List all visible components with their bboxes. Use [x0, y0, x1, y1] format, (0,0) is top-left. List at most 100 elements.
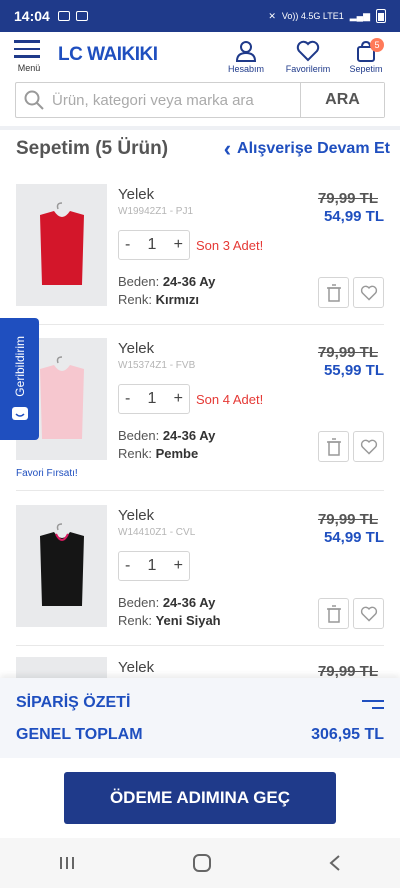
heart-icon — [360, 285, 377, 301]
cart-count-badge: 5 — [370, 38, 384, 52]
new-price: 54,99 TL — [323, 529, 384, 546]
grand-total-label: GENEL TOPLAM — [16, 726, 143, 743]
account-label: Hesabım — [227, 64, 264, 74]
feedback-label: Geribildirim — [12, 335, 27, 397]
quantity-stepper: - 1 + — [118, 230, 190, 260]
app-notification-icon — [75, 11, 88, 21]
increase-button[interactable]: + — [174, 236, 183, 254]
delete-button[interactable] — [318, 277, 349, 308]
cart-label: Sepetim — [349, 64, 383, 74]
menu-button[interactable]: Menü — [14, 40, 44, 73]
product-sku: W19942Z1 - PJ1 — [118, 206, 194, 217]
grand-total-value: 306,95 TL — [311, 726, 384, 743]
search-icon — [16, 83, 52, 117]
decrease-button[interactable]: - — [125, 390, 130, 408]
search-input[interactable] — [52, 83, 300, 117]
increase-button[interactable]: + — [174, 557, 183, 575]
back-icon[interactable] — [328, 854, 342, 872]
item-divider — [16, 645, 384, 646]
color-attribute: Renk: Yeni Siyah — [118, 613, 221, 628]
old-price: 79,99 TL — [317, 344, 378, 361]
trash-icon — [326, 604, 341, 623]
new-price: 54,99 TL — [323, 208, 384, 225]
status-time: 14:04 — [14, 8, 50, 24]
feedback-tab[interactable]: Geribildirim — [0, 318, 39, 440]
chevron-left-icon: ‹ — [223, 136, 232, 161]
promo-tag: Favori Fırsatı! — [16, 468, 78, 479]
signal-icon: ▂▄▆ — [349, 10, 370, 21]
summary-title[interactable]: SİPARİŞ ÖZETİ — [16, 694, 130, 712]
checkout-button[interactable]: ÖDEME ADIMINA GEÇ — [64, 772, 336, 824]
increase-button[interactable]: + — [174, 390, 183, 408]
smiley-icon — [11, 407, 28, 421]
hamburger-icon — [14, 40, 44, 58]
size-attribute: Beden: 24-36 Ay — [118, 428, 216, 443]
brand-logo[interactable]: LC WAIKIKI — [58, 44, 158, 66]
item-divider — [16, 324, 384, 325]
stock-warning: Son 4 Adet! — [196, 392, 264, 407]
quantity-value: 1 — [147, 236, 157, 253]
decrease-button[interactable]: - — [125, 557, 130, 575]
stock-warning: Son 3 Adet! — [196, 238, 264, 253]
product-image[interactable] — [16, 184, 107, 306]
delete-button[interactable] — [318, 431, 349, 462]
system-nav-bar — [0, 838, 400, 888]
quantity-stepper: - 1 + — [118, 551, 190, 581]
item-divider — [16, 490, 384, 491]
size-attribute: Beden: 24-36 Ay — [118, 595, 216, 610]
app-header: Menü LC WAIKIKI Hesabım Favorilerim 5 Se… — [0, 32, 400, 80]
heart-icon — [360, 606, 377, 622]
old-price: 79,99 TL — [317, 663, 378, 678]
product-sku: W15374Z1 - FVB — [118, 360, 196, 371]
product-name[interactable]: Yelek — [118, 507, 154, 524]
cart-button[interactable]: 5 Sepetim — [346, 38, 386, 74]
menu-label: Menü — [17, 62, 41, 73]
add-favorite-button[interactable] — [353, 598, 384, 629]
heart-icon — [360, 439, 377, 455]
home-icon[interactable] — [192, 853, 212, 873]
quantity-stepper: - 1 + — [118, 384, 190, 414]
add-favorite-button[interactable] — [353, 277, 384, 308]
status-bar: 14:04 ✕ Vo)) 4.5G LTE1 ▂▄▆ — [0, 0, 400, 32]
favorites-button[interactable]: Favorilerim — [282, 40, 334, 74]
trash-icon — [326, 283, 341, 302]
quantity-value: 1 — [147, 557, 157, 574]
checkout-bar: ÖDEME ADIMINA GEÇ — [0, 758, 400, 838]
cart-item: Yelek 79,99 TL — [0, 657, 400, 678]
recent-apps-icon[interactable] — [58, 855, 76, 871]
mute-icon: ✕ — [268, 10, 276, 21]
cart-title: Sepetim (5 Ürün) — [16, 138, 169, 159]
delete-button[interactable] — [318, 598, 349, 629]
search-button[interactable]: ARA — [300, 83, 384, 117]
add-favorite-button[interactable] — [353, 431, 384, 462]
decrease-button[interactable]: - — [125, 236, 130, 254]
product-name[interactable]: Yelek — [118, 659, 154, 676]
old-price: 79,99 TL — [317, 190, 378, 207]
account-button[interactable]: Hesabım — [224, 40, 268, 74]
old-price: 79,99 TL — [317, 511, 378, 528]
battery-icon — [376, 9, 386, 23]
heart-icon — [296, 40, 320, 62]
continue-shopping-label: Alışverişe Devam Et — [237, 140, 390, 157]
product-name[interactable]: Yelek — [118, 340, 154, 357]
size-attribute: Beden: 24-36 Ay — [118, 274, 216, 289]
gallery-icon — [57, 11, 70, 21]
section-divider — [0, 126, 400, 130]
product-image[interactable] — [16, 657, 107, 678]
product-name[interactable]: Yelek — [118, 186, 154, 203]
color-attribute: Renk: Pembe — [118, 446, 199, 461]
new-price: 55,99 TL — [323, 362, 384, 379]
network-label: Vo)) 4.5G LTE1 — [281, 11, 344, 21]
favorites-label: Favorilerim — [285, 64, 331, 74]
user-icon — [235, 41, 257, 62]
trash-icon — [326, 437, 341, 456]
expand-summary-icon[interactable] — [362, 700, 384, 714]
product-image[interactable] — [16, 505, 107, 627]
product-sku: W14410Z1 - CVL — [118, 527, 196, 538]
order-summary: SİPARİŞ ÖZETİ GENEL TOPLAM 306,95 TL — [0, 678, 400, 758]
cart-header: Sepetim (5 Ürün) ‹ Alışverişe Devam Et — [16, 138, 390, 160]
color-attribute: Renk: Kırmızı — [118, 292, 199, 307]
continue-shopping-link[interactable]: ‹ Alışverişe Devam Et — [224, 138, 390, 160]
quantity-value: 1 — [147, 390, 157, 407]
search-bar: ARA — [15, 82, 385, 118]
